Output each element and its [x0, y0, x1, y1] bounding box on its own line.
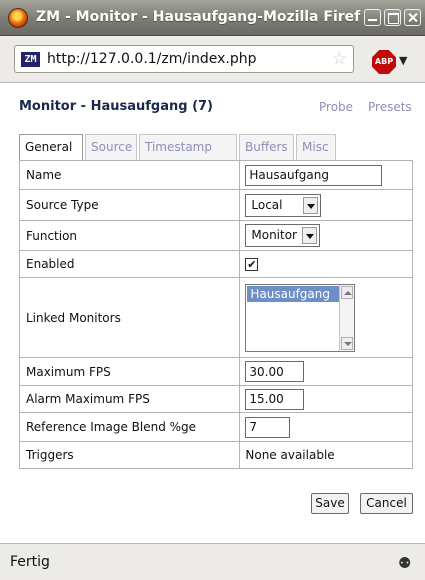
name-label: Name — [18, 160, 241, 190]
linked-monitors-listbox[interactable]: Hausaufgang — [245, 283, 356, 352]
status-bar: Fertig ⚉ — [0, 543, 425, 580]
function-label: Function — [18, 220, 241, 251]
triggers-label: Triggers — [18, 441, 241, 469]
alarm-max-fps-input[interactable] — [245, 388, 305, 410]
listbox-scrollbar[interactable] — [339, 284, 355, 351]
save-button[interactable]: Save — [311, 493, 349, 514]
alarm-max-fps-label: Alarm Maximum FPS — [18, 385, 241, 413]
row-function: Function Monitor — [18, 220, 413, 251]
tab-misc[interactable]: Misc — [296, 134, 336, 160]
max-fps-input[interactable] — [245, 361, 305, 382]
triggers-value: None available — [239, 441, 413, 469]
tab-buffers[interactable]: Buffers — [239, 134, 294, 160]
minimize-icon[interactable] — [364, 9, 381, 26]
name-input[interactable] — [245, 164, 383, 186]
browser-toolbar: ZM http://127.0.0.1/zm/index.php ☆ ABP ▼ — [0, 36, 425, 83]
row-alarm-max-fps: Alarm Maximum FPS — [18, 385, 413, 413]
select-arrow-icon — [302, 227, 318, 244]
presets-link[interactable]: Presets — [368, 100, 412, 114]
page-title: Monitor - Hausaufgang (7) — [19, 99, 214, 114]
url-bar[interactable]: ZM http://127.0.0.1/zm/index.php ☆ — [14, 45, 354, 73]
scroll-down-icon[interactable] — [341, 336, 354, 350]
row-triggers: Triggers None available — [18, 441, 413, 469]
url-text[interactable]: http://127.0.0.1/zm/index.php — [47, 51, 257, 67]
reference-blend-label: Reference Image Blend %ge — [18, 412, 241, 442]
row-reference-blend: Reference Image Blend %ge — [18, 412, 413, 442]
linked-monitors-label: Linked Monitors — [18, 277, 241, 358]
maximize-icon[interactable] — [384, 9, 401, 26]
probe-link[interactable]: Probe — [319, 100, 353, 114]
firefox-logo-icon — [8, 8, 28, 28]
row-enabled: Enabled ✔ — [18, 250, 413, 278]
source-type-value: Local — [251, 197, 283, 212]
page-content: Monitor - Hausaufgang (7) Probe Presets … — [0, 83, 425, 543]
tab-general[interactable]: General — [19, 134, 83, 161]
window-title-bar: ZM - Monitor - Hausaufgang-Mozilla Firef — [0, 0, 425, 36]
bookmark-star-icon[interactable]: ☆ — [332, 49, 347, 69]
close-icon[interactable] — [404, 9, 421, 26]
row-max-fps: Maximum FPS — [18, 357, 413, 386]
security-icon[interactable]: ⚉ — [398, 554, 411, 572]
chevron-down-icon[interactable]: ▼ — [399, 54, 407, 67]
adblock-plus-icon[interactable]: ABP — [372, 50, 396, 74]
enabled-label: Enabled — [18, 250, 241, 278]
max-fps-label: Maximum FPS — [18, 357, 241, 386]
function-value: Monitor — [251, 228, 297, 242]
cancel-button[interactable]: Cancel — [360, 493, 413, 514]
tab-timestamp[interactable]: Timestamp — [139, 134, 237, 160]
row-source-type: Source Type Local — [18, 189, 413, 221]
enabled-checkbox[interactable]: ✔ — [245, 257, 259, 271]
select-arrow-icon — [303, 196, 319, 214]
source-type-label: Source Type — [18, 189, 241, 221]
status-text: Fertig — [10, 554, 50, 570]
reference-blend-input[interactable] — [245, 416, 291, 438]
window-title: ZM - Monitor - Hausaufgang-Mozilla Firef — [36, 9, 361, 25]
site-favicon-icon: ZM — [21, 52, 40, 67]
source-type-select[interactable]: Local — [245, 193, 322, 217]
function-select[interactable]: Monitor — [245, 224, 321, 247]
linked-monitor-option[interactable]: Hausaufgang — [247, 285, 340, 302]
tab-source[interactable]: Source — [85, 134, 137, 160]
monitor-settings-table: Name Source Type Local Function Monitor — [18, 160, 413, 469]
scroll-up-icon[interactable] — [341, 285, 354, 299]
row-name: Name — [18, 160, 413, 190]
row-linked-monitors: Linked Monitors Hausaufgang — [18, 277, 413, 358]
